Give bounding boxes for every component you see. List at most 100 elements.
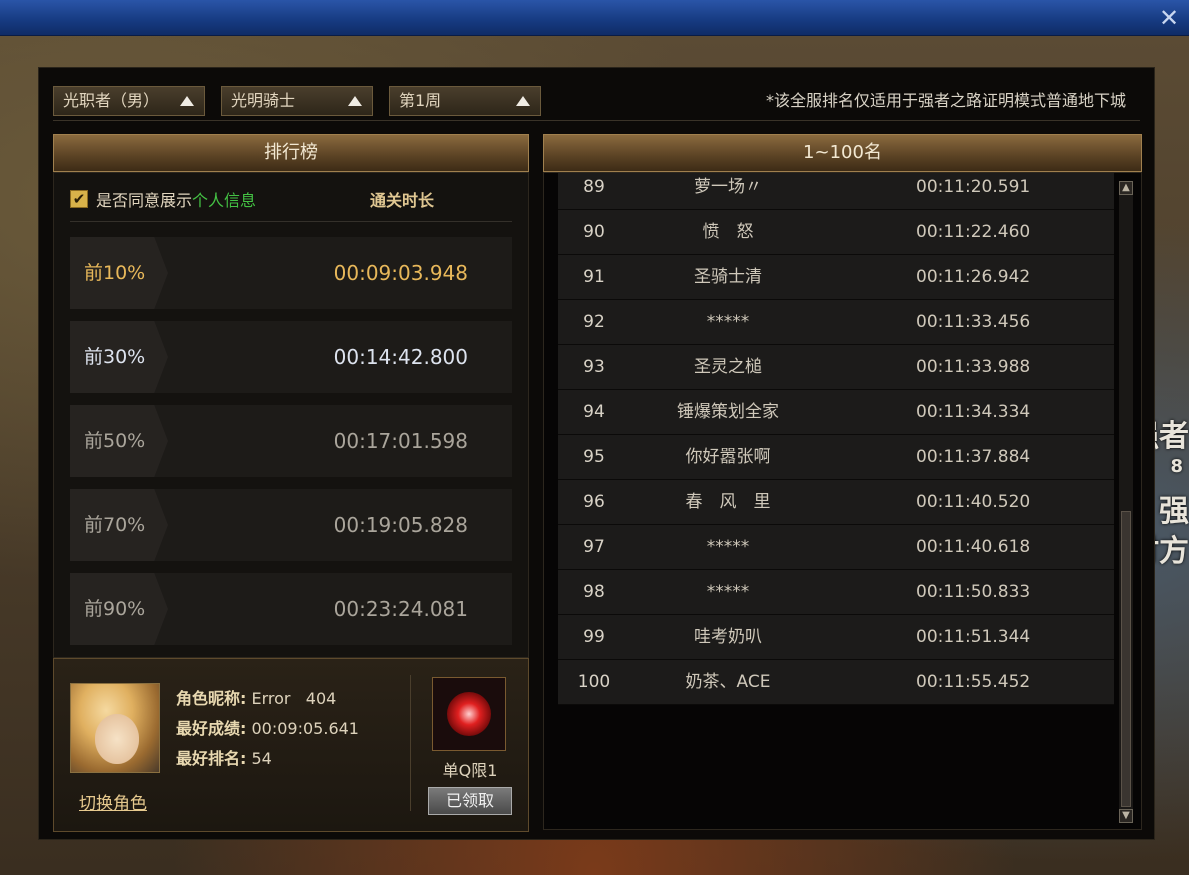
table-row: 100 奶茶、ACE 00:11:55.452: [558, 660, 1114, 705]
table-row: 98 ***** 00:11:50.833: [558, 570, 1114, 615]
close-icon[interactable]: ✕: [1155, 4, 1183, 32]
time-cell: 00:11:20.591: [916, 177, 1031, 197]
switch-role-link[interactable]: 切换角色: [79, 789, 147, 814]
divider: [410, 675, 411, 811]
percentile-row: 前50% 00:17:01.598: [70, 405, 512, 477]
ranking-notice: *该全服排名仅适用于强者之路证明模式普通地下城: [765, 91, 1126, 110]
name-cell: 奶茶、ACE: [685, 672, 771, 692]
scroll-down-icon[interactable]: ▼: [1119, 809, 1133, 823]
leaderboard-panel: ✔ 是否同意展示 个人信息 通关时长 前10% 00:09:03.948 前30%…: [53, 172, 529, 658]
percentile-row: 前10% 00:09:03.948: [70, 237, 512, 309]
percentile-time: 00:19:05.828: [333, 513, 468, 537]
class-dropdown[interactable]: 光明骑士: [221, 86, 373, 116]
job-dropdown[interactable]: 光职者（男）: [53, 86, 205, 116]
table-row: 90 愤 怒 00:11:22.460: [558, 210, 1114, 255]
best-rank-label: 最好排名:: [176, 749, 247, 768]
rank-cell: 90: [583, 222, 605, 242]
gem-icon: [447, 692, 491, 736]
best-rank-line: 最好排名: 54: [176, 745, 272, 769]
percentile-label: 前70%: [70, 489, 168, 561]
rank-cell: 89: [583, 177, 605, 197]
name-cell: 锤爆策划全家: [677, 402, 779, 422]
name-cell: *****: [706, 537, 750, 557]
time-cell: 00:11:33.456: [916, 312, 1031, 332]
time-cell: 00:11:40.520: [916, 492, 1031, 512]
table-row: 99 哇考奶叭 00:11:51.344: [558, 615, 1114, 660]
percentile-label: 前30%: [70, 321, 168, 393]
rank-cell: 91: [583, 267, 605, 287]
table-row: 92 ***** 00:11:33.456: [558, 300, 1114, 345]
avatar: [70, 683, 160, 773]
rank-cell: 97: [583, 537, 605, 557]
name-cell: 圣骑士清: [694, 267, 762, 287]
ranking-window: 光职者（男） 光明骑士 第1周 *该全服排名仅适用于强者之路证明模式普通地下城 …: [38, 67, 1155, 840]
player-card: 角色昵称: Error 404 最好成绩: 00:09:05.641 最好排名:…: [53, 658, 529, 832]
scrollbar[interactable]: ▲ ▼: [1119, 181, 1133, 823]
name-cell: 萝一场〃: [694, 177, 762, 197]
rank-cell: 92: [583, 312, 605, 332]
ranking-range-header: 1~100名: [543, 134, 1142, 172]
divider: [53, 120, 1140, 121]
rank-cell: 96: [583, 492, 605, 512]
leaderboard-header: 排行榜: [53, 134, 529, 172]
table-row: 89 萝一场〃 00:11:20.591: [558, 173, 1114, 210]
rank-cell: 95: [583, 447, 605, 467]
time-cell: 00:11:37.884: [916, 447, 1031, 467]
nickname-value: Error 404: [251, 689, 337, 708]
table-row: 91 圣骑士清 00:11:26.942: [558, 255, 1114, 300]
divider: [70, 221, 512, 222]
table-row: 97 ***** 00:11:40.618: [558, 525, 1114, 570]
percentile-time: 00:14:42.800: [333, 345, 468, 369]
time-cell: 00:11:51.344: [916, 627, 1031, 647]
rank-cell: 99: [583, 627, 605, 647]
week-dropdown-label: 第1周: [399, 91, 442, 110]
percentile-row: 前30% 00:14:42.800: [70, 321, 512, 393]
percentile-label: 前10%: [70, 237, 168, 309]
rank-cell: 94: [583, 402, 605, 422]
scrollbar-thumb[interactable]: [1121, 511, 1131, 807]
name-cell: 愤 怒: [702, 222, 754, 242]
chevron-up-icon: [348, 96, 362, 106]
gem-reward-icon[interactable]: [432, 677, 506, 751]
agree-label: 是否同意展示: [96, 191, 193, 210]
percentile-row: 前70% 00:19:05.828: [70, 489, 512, 561]
percentile-label: 前90%: [70, 573, 168, 645]
name-cell: 你好嚣张啊: [685, 447, 771, 467]
best-time-label: 最好成绩:: [176, 719, 247, 738]
job-dropdown-label: 光职者（男）: [63, 91, 160, 110]
name-cell: *****: [706, 312, 750, 332]
background-text: 8: [1170, 456, 1183, 477]
checkbox-checked-icon[interactable]: ✔: [70, 190, 88, 208]
ranking-list-panel: 89 萝一场〃 00:11:20.591 90 愤 怒 00:11:22.460 91 圣…: [543, 172, 1142, 830]
ranking-list: 89 萝一场〃 00:11:20.591 90 愤 怒 00:11:22.460 91 圣…: [558, 173, 1114, 705]
week-dropdown[interactable]: 第1周: [389, 86, 541, 116]
claimed-button[interactable]: 已领取: [428, 787, 512, 815]
rank-cell: 98: [583, 582, 605, 602]
time-cell: 00:11:22.460: [916, 222, 1031, 242]
percentile-row: 前90% 00:23:24.081: [70, 573, 512, 645]
class-dropdown-label: 光明骑士: [231, 91, 296, 110]
time-cell: 00:11:55.452: [916, 672, 1031, 692]
best-time-line: 最好成绩: 00:09:05.641: [176, 715, 359, 739]
time-cell: 00:11:34.334: [916, 402, 1031, 422]
reward-label: 单Q限1: [442, 761, 498, 780]
name-cell: *****: [706, 582, 750, 602]
clear-time-header: 通关时长: [370, 191, 435, 210]
best-time-value: 00:09:05.641: [251, 719, 359, 738]
percentile-time: 00:09:03.948: [333, 261, 468, 285]
name-cell: 哇考奶叭: [694, 627, 762, 647]
title-bar: ✕: [0, 0, 1189, 36]
scroll-up-icon[interactable]: ▲: [1119, 181, 1133, 195]
background-text: 强: [1159, 494, 1189, 529]
table-row: 94 锤爆策划全家 00:11:34.334: [558, 390, 1114, 435]
agree-row: ✔ 是否同意展示 个人信息: [70, 187, 256, 211]
time-cell: 00:11:50.833: [916, 582, 1031, 602]
personal-info-link[interactable]: 个人信息: [192, 187, 256, 211]
avatar-face: [95, 714, 139, 764]
name-cell: 春 风 里: [685, 492, 771, 512]
time-cell: 00:11:33.988: [916, 357, 1031, 377]
time-cell: 00:11:40.618: [916, 537, 1031, 557]
rank-cell: 100: [577, 672, 611, 692]
chevron-up-icon: [180, 96, 194, 106]
nickname-line: 角色昵称: Error 404: [176, 685, 336, 709]
